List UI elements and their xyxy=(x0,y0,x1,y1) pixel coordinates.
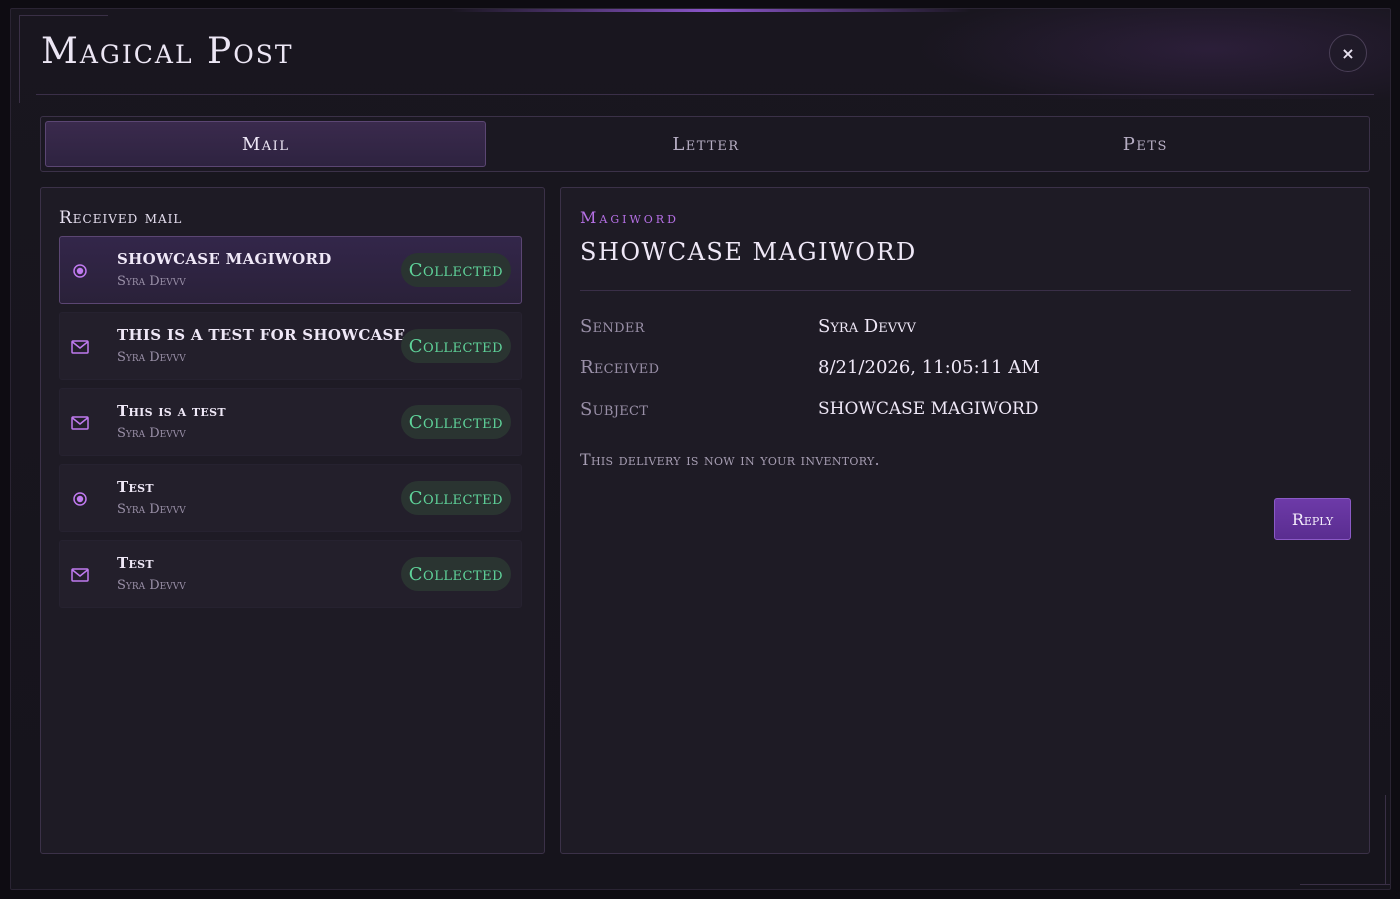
mail-detail-panel: Magiword SHOWCASE MAGIWORD Sender Syra D… xyxy=(560,187,1370,854)
mail-subject: SHOWCASE MAGIWORD xyxy=(117,250,332,268)
sender-value: Syra Devvv xyxy=(818,316,916,337)
header-divider xyxy=(36,94,1374,95)
top-glow xyxy=(451,9,971,12)
mail-sender: Syra Devvv xyxy=(117,274,186,289)
envelope-icon xyxy=(70,337,90,357)
mail-category: Magiword xyxy=(580,208,679,227)
radio-dot-icon xyxy=(70,489,90,509)
mail-item[interactable]: This is a test Syra Devvv Collected xyxy=(59,388,522,456)
mail-subject: Test xyxy=(117,554,154,572)
envelope-icon xyxy=(70,565,90,585)
status-badge: Collected xyxy=(400,405,511,439)
mail-sender: Syra Devvv xyxy=(117,578,186,593)
corner-ornament xyxy=(19,15,20,103)
sender-label: Sender xyxy=(580,316,645,337)
corner-ornament xyxy=(1300,884,1390,885)
mail-sender: Syra Devvv xyxy=(117,426,186,441)
status-badge: Collected xyxy=(400,481,511,515)
corner-ornament xyxy=(1385,795,1386,885)
envelope-icon xyxy=(70,413,90,433)
subject-label: Subject xyxy=(580,399,649,420)
mail-item[interactable]: SHOWCASE MAGIWORD Syra Devvv Collected xyxy=(59,236,522,304)
mail-subject: This is a test xyxy=(117,402,226,420)
mail-sender: Syra Devvv xyxy=(117,350,186,365)
detail-title: SHOWCASE MAGIWORD xyxy=(580,238,917,266)
subject-value: SHOWCASE MAGIWORD xyxy=(818,399,1039,419)
received-value: 8/21/2026, 11:05:11 AM xyxy=(818,357,1040,378)
mail-list: SHOWCASE MAGIWORD Syra Devvv Collected T… xyxy=(59,236,522,616)
received-label: Received xyxy=(580,357,660,378)
mail-item[interactable]: Test Syra Devvv Collected xyxy=(59,540,522,608)
tab-mail[interactable]: Mail xyxy=(45,121,487,167)
mail-subject: THIS IS A TEST FOR SHOWCASE xyxy=(117,326,406,344)
panel-title: Received mail xyxy=(59,208,183,228)
status-badge: Collected xyxy=(400,329,511,363)
reply-button[interactable]: Reply xyxy=(1274,498,1351,540)
mail-item[interactable]: Test Syra Devvv Collected xyxy=(59,464,522,532)
tab-pets[interactable]: Pets xyxy=(926,121,1365,167)
detail-divider xyxy=(580,290,1351,291)
tab-letter[interactable]: Letter xyxy=(486,121,925,167)
mail-item[interactable]: THIS IS A TEST FOR SHOWCASE Syra Devvv C… xyxy=(59,312,522,380)
close-button[interactable]: × xyxy=(1329,34,1367,72)
tab-bar: Mail Letter Pets xyxy=(40,116,1370,172)
mail-sender: Syra Devvv xyxy=(117,502,186,517)
window-title: Magical Post xyxy=(41,31,294,72)
corner-ornament xyxy=(20,15,108,16)
received-mail-panel: Received mail SHOWCASE MAGIWORD Syra Dev… xyxy=(40,187,545,854)
magical-post-window: Magical Post × Mail Letter Pets Received… xyxy=(10,8,1391,890)
close-icon: × xyxy=(1341,43,1355,63)
status-badge: Collected xyxy=(400,557,511,591)
mail-body: This delivery is now in your inventory. xyxy=(580,450,880,469)
mail-subject: Test xyxy=(117,478,154,496)
status-badge: Collected xyxy=(400,253,511,287)
radio-dot-icon xyxy=(70,261,90,281)
